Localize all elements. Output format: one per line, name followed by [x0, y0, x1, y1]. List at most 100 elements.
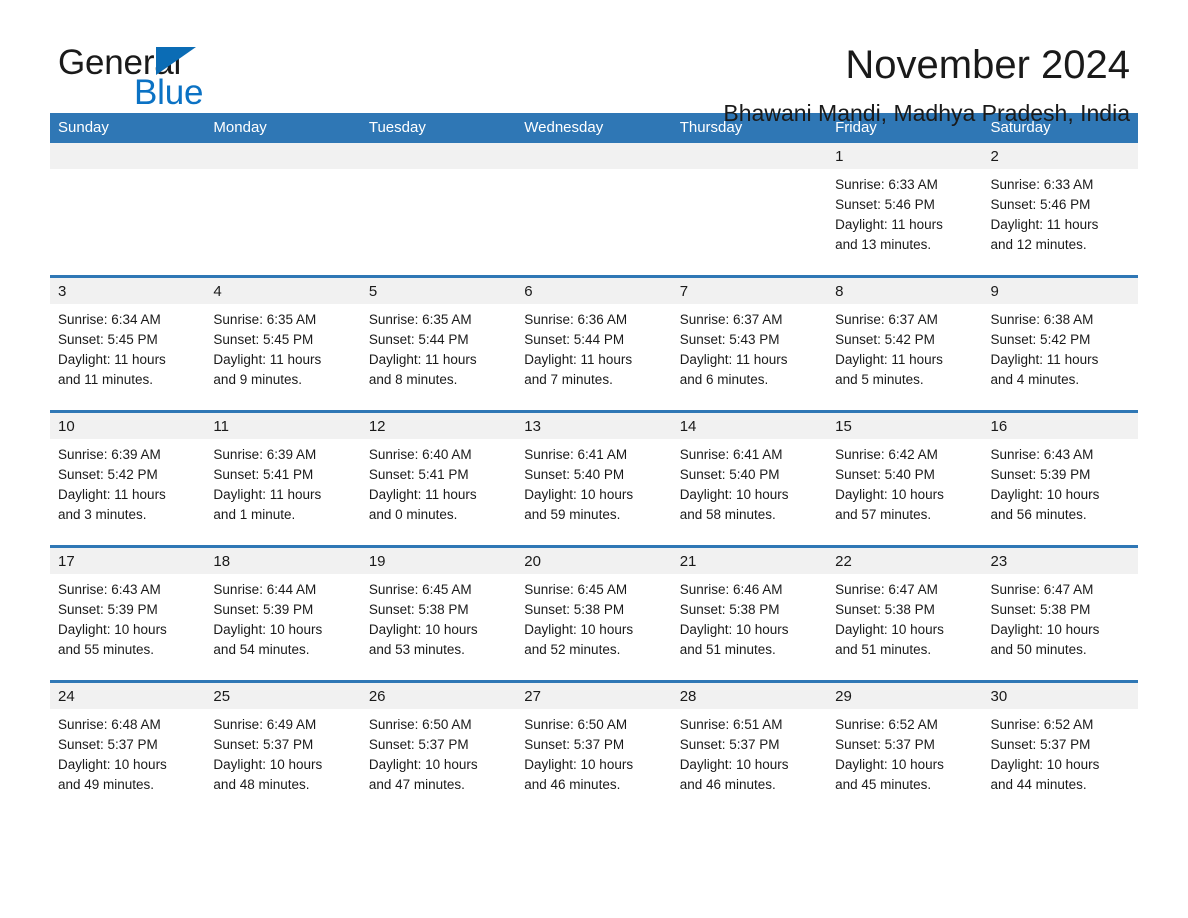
day-sunset-text: Sunset: 5:45 PM: [58, 332, 158, 347]
calendar-day-cell[interactable]: 10 Sunrise: 6:39 AM Sunset: 5:42 PM Dayligh…: [50, 413, 206, 545]
day-details: Sunrise: 6:34 AM Sunset: 5:45 PM Daylight:…: [50, 304, 205, 390]
calendar-day-cell[interactable]: 18 Sunrise: 6:44 AM Sunset: 5:39 PM Dayligh…: [205, 548, 361, 680]
day-daylight-1-text: Daylight: 10 hours: [990, 757, 1100, 772]
calendar-day-cell[interactable]: 24 Sunrise: 6:48 AM Sunset: 5:37 PM Dayligh…: [50, 683, 206, 815]
calendar-day-cell[interactable]: 17 Sunrise: 6:43 AM Sunset: 5:39 PM Dayligh…: [50, 548, 206, 680]
day-details: Sunrise: 6:37 AM Sunset: 5:42 PM Daylight:…: [827, 304, 982, 390]
day-sunset-text: Sunset: 5:45 PM: [213, 332, 314, 347]
calendar-day-cell[interactable]: 25 Sunrise: 6:49 AM Sunset: 5:37 PM Dayligh…: [205, 683, 361, 815]
page-header: General Blue November 2024 Bhawani Mandi…: [50, 0, 1138, 126]
day-details: Sunrise: 6:44 AM Sunset: 5:39 PM Daylight:…: [205, 574, 360, 660]
calendar-day-cell-empty: [671, 143, 828, 275]
day-daylight-2-text: and 50 minutes.: [990, 642, 1087, 657]
calendar-day-cell[interactable]: 20 Sunrise: 6:45 AM Sunset: 5:38 PM Dayligh…: [516, 548, 672, 680]
calendar-day-cell[interactable]: 14 Sunrise: 6:41 AM Sunset: 5:40 PM Dayligh…: [671, 413, 828, 545]
day-sunset-text: Sunset: 5:40 PM: [835, 467, 935, 482]
calendar-cell: 2 Sunrise: 6:33 AM Sunset: 5:46 PM Daylight…: [982, 143, 1138, 278]
day-daylight-1-text: Daylight: 11 hours: [58, 487, 166, 502]
calendar-day-cell[interactable]: 15 Sunrise: 6:42 AM Sunset: 5:40 PM Dayligh…: [827, 413, 983, 545]
calendar-day-cell[interactable]: 30 Sunrise: 6:52 AM Sunset: 5:37 PM Dayligh…: [982, 683, 1138, 815]
calendar-day-cell[interactable]: 28 Sunrise: 6:51 AM Sunset: 5:37 PM Dayligh…: [671, 683, 828, 815]
calendar-day-cell[interactable]: 26 Sunrise: 6:50 AM Sunset: 5:37 PM Dayligh…: [360, 683, 517, 815]
day-number: 28: [671, 683, 828, 709]
day-daylight-2-text: and 49 minutes.: [58, 777, 155, 792]
day-sunset-text: Sunset: 5:44 PM: [524, 332, 625, 347]
calendar-day-cell[interactable]: 2 Sunrise: 6:33 AM Sunset: 5:46 PM Daylight…: [982, 143, 1138, 275]
calendar-day-cell[interactable]: 4 Sunrise: 6:35 AM Sunset: 5:45 PM Daylight…: [205, 278, 361, 410]
day-number: 8: [827, 278, 983, 304]
day-number: 19: [360, 548, 517, 574]
calendar-cell: 9 Sunrise: 6:38 AM Sunset: 5:42 PM Daylight…: [982, 276, 1138, 413]
day-daylight-1-text: Daylight: 10 hours: [368, 622, 478, 637]
day-daylight-2-text: and 1 minute.: [213, 507, 296, 522]
day-daylight-2-text: and 7 minutes.: [524, 372, 613, 387]
calendar-cell: 30 Sunrise: 6:52 AM Sunset: 5:37 PM Dayligh…: [982, 682, 1138, 815]
day-sunrise-text: Sunrise: 6:45 AM: [524, 582, 628, 597]
day-number: 4: [205, 278, 361, 304]
day-number: 17: [50, 548, 206, 574]
calendar-day-cell[interactable]: 21 Sunrise: 6:46 AM Sunset: 5:38 PM Dayligh…: [671, 548, 828, 680]
day-number: [671, 143, 828, 169]
day-details: Sunrise: 6:39 AM Sunset: 5:41 PM Daylight:…: [205, 439, 360, 525]
calendar-day-cell[interactable]: 8 Sunrise: 6:37 AM Sunset: 5:42 PM Daylight…: [827, 278, 983, 410]
day-sunrise-text: Sunrise: 6:37 AM: [835, 312, 938, 327]
calendar-day-cell[interactable]: 22 Sunrise: 6:47 AM Sunset: 5:38 PM Dayligh…: [827, 548, 983, 680]
day-daylight-2-text: and 8 minutes.: [368, 372, 458, 387]
day-details: Sunrise: 6:38 AM Sunset: 5:42 PM Daylight:…: [983, 304, 1138, 390]
day-details: Sunrise: 6:49 AM Sunset: 5:37 PM Daylight:…: [205, 709, 360, 795]
day-number: 13: [516, 413, 672, 439]
day-daylight-1-text: Daylight: 11 hours: [990, 352, 1099, 367]
day-sunrise-text: Sunrise: 6:43 AM: [58, 582, 161, 597]
day-details: Sunrise: 6:47 AM Sunset: 5:38 PM Daylight:…: [983, 574, 1138, 660]
calendar-day-cell[interactable]: 11 Sunrise: 6:39 AM Sunset: 5:41 PM Dayligh…: [205, 413, 361, 545]
day-number: 24: [50, 683, 206, 709]
calendar-day-cell[interactable]: 13 Sunrise: 6:41 AM Sunset: 5:40 PM Dayligh…: [516, 413, 672, 545]
calendar-day-cell[interactable]: 23 Sunrise: 6:47 AM Sunset: 5:38 PM Dayligh…: [982, 548, 1138, 680]
day-daylight-2-text: and 57 minutes.: [835, 507, 932, 522]
calendar-cell: 22 Sunrise: 6:47 AM Sunset: 5:38 PM Dayligh…: [827, 546, 983, 683]
day-sunset-text: Sunset: 5:40 PM: [524, 467, 625, 482]
calendar-day-cell-empty: [50, 143, 206, 275]
calendar-day-cell[interactable]: 19 Sunrise: 6:45 AM Sunset: 5:38 PM Dayligh…: [360, 548, 517, 680]
day-sunset-text: Sunset: 5:41 PM: [213, 467, 314, 482]
calendar-day-cell[interactable]: 6 Sunrise: 6:36 AM Sunset: 5:44 PM Daylight…: [516, 278, 672, 410]
day-number: 22: [827, 548, 983, 574]
calendar-cell: 18 Sunrise: 6:44 AM Sunset: 5:39 PM Dayligh…: [205, 546, 361, 683]
calendar-day-cell[interactable]: 12 Sunrise: 6:40 AM Sunset: 5:41 PM Dayligh…: [360, 413, 517, 545]
calendar-cell: [516, 143, 672, 278]
logo-text-blue: Blue: [134, 73, 204, 112]
calendar-day-cell[interactable]: 1 Sunrise: 6:33 AM Sunset: 5:46 PM Daylight…: [827, 143, 983, 275]
day-daylight-2-text: and 4 minutes.: [990, 372, 1080, 387]
calendar-day-cell[interactable]: 29 Sunrise: 6:52 AM Sunset: 5:37 PM Dayligh…: [827, 683, 983, 815]
day-daylight-2-text: and 59 minutes.: [524, 507, 621, 522]
day-daylight-2-text: and 58 minutes.: [679, 507, 776, 522]
day-sunrise-text: Sunrise: 6:40 AM: [368, 447, 472, 462]
day-sunset-text: Sunset: 5:38 PM: [990, 602, 1091, 617]
logo-triangle-icon: [156, 47, 196, 75]
calendar-day-cell[interactable]: 5 Sunrise: 6:35 AM Sunset: 5:44 PM Daylight…: [360, 278, 517, 410]
calendar-week-row: 17 Sunrise: 6:43 AM Sunset: 5:39 PM Dayligh…: [50, 546, 1138, 683]
day-daylight-1-text: Daylight: 11 hours: [524, 352, 633, 367]
calendar-day-cell[interactable]: 9 Sunrise: 6:38 AM Sunset: 5:42 PM Daylight…: [982, 278, 1138, 410]
day-sunrise-text: Sunrise: 6:49 AM: [213, 717, 317, 732]
calendar-day-cell[interactable]: 7 Sunrise: 6:37 AM Sunset: 5:43 PM Daylight…: [671, 278, 828, 410]
calendar-day-cell[interactable]: 3 Sunrise: 6:34 AM Sunset: 5:45 PM Daylight…: [50, 278, 206, 410]
day-details: Sunrise: 6:33 AM Sunset: 5:46 PM Daylight:…: [827, 169, 982, 255]
calendar-cell: 15 Sunrise: 6:42 AM Sunset: 5:40 PM Dayligh…: [827, 411, 983, 548]
day-sunrise-text: Sunrise: 6:33 AM: [990, 177, 1094, 192]
day-sunset-text: Sunset: 5:43 PM: [679, 332, 780, 347]
day-sunset-text: Sunset: 5:37 PM: [990, 737, 1091, 752]
day-daylight-1-text: Daylight: 10 hours: [368, 757, 478, 772]
generalblue-logo[interactable]: General Blue: [58, 45, 258, 115]
calendar-day-cell[interactable]: 16 Sunrise: 6:43 AM Sunset: 5:39 PM Dayligh…: [982, 413, 1138, 545]
day-details: Sunrise: 6:52 AM Sunset: 5:37 PM Daylight:…: [827, 709, 982, 795]
calendar-table: Sunday Monday Tuesday Wednesday Thursday…: [50, 113, 1138, 815]
day-daylight-1-text: Daylight: 11 hours: [679, 352, 788, 367]
day-daylight-1-text: Daylight: 11 hours: [368, 352, 477, 367]
day-sunrise-text: Sunrise: 6:35 AM: [368, 312, 472, 327]
calendar-day-cell[interactable]: 27 Sunrise: 6:50 AM Sunset: 5:37 PM Dayligh…: [516, 683, 672, 815]
calendar-cell: 8 Sunrise: 6:37 AM Sunset: 5:42 PM Daylight…: [827, 276, 983, 413]
day-sunset-text: Sunset: 5:37 PM: [368, 737, 469, 752]
day-daylight-1-text: Daylight: 10 hours: [990, 487, 1100, 502]
day-sunset-text: Sunset: 5:41 PM: [368, 467, 469, 482]
